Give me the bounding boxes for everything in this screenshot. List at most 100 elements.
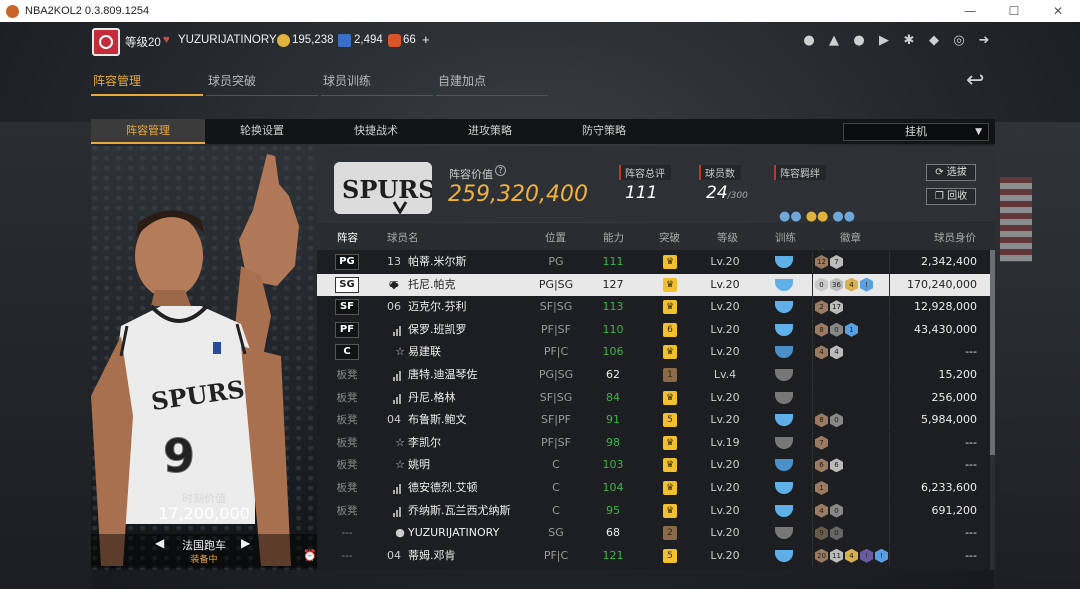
- back-arrow-icon[interactable]: ↩: [966, 68, 984, 93]
- badge-hex-icon[interactable]: 4: [815, 345, 828, 360]
- profile-icon[interactable]: ●: [801, 32, 817, 48]
- table-row[interactable]: 板凳 ☆ 李凯尔 PF|SF 98 ♛ Lv.19 7 ---: [317, 431, 990, 454]
- table-row[interactable]: PG 13 帕蒂.米尔斯 PG 111 ♛ Lv.20 12 7 2,342,400: [317, 251, 990, 273]
- subtab-offense-strategy[interactable]: 进攻策略: [433, 119, 547, 144]
- training-icon[interactable]: [775, 436, 793, 449]
- training-icon[interactable]: [775, 504, 793, 517]
- badge-hex-icon[interactable]: 1: [815, 481, 828, 495]
- training-icon[interactable]: [775, 256, 793, 268]
- settings-gear-icon[interactable]: ✱: [901, 32, 917, 48]
- breakthrough-icon[interactable]: 1: [663, 368, 677, 382]
- badge-hex-icon[interactable]: 8: [815, 322, 828, 337]
- badge-hex-icon[interactable]: 7: [815, 435, 828, 450]
- tab-player-breakthrough[interactable]: 球员突破: [206, 72, 318, 96]
- col-lineup[interactable]: 阵容: [337, 230, 358, 245]
- tab-player-training[interactable]: 球员训练: [321, 72, 433, 96]
- badge-hex-icon[interactable]: 36: [830, 277, 843, 292]
- subtab-lineup[interactable]: 阵容管理: [91, 119, 205, 144]
- table-row[interactable]: SF 06 迈克尔.芬利 SF|SG 113 ♛ Lv.20 2 17 12,928,000: [317, 296, 990, 319]
- friends-icon[interactable]: ●: [851, 32, 867, 48]
- tab-lineup-management[interactable]: 阵容管理: [91, 72, 203, 96]
- table-row[interactable]: 板凳 ☆ 姚明 C 103 ♛ Lv.20 6 6 ---: [317, 454, 990, 477]
- breakthrough-icon[interactable]: ♛: [663, 277, 677, 292]
- badge-hex-icon[interactable]: 4: [830, 345, 843, 360]
- col-breakthrough[interactable]: 突破: [659, 230, 680, 245]
- breakthrough-icon[interactable]: ♛: [663, 345, 677, 360]
- breakthrough-icon[interactable]: ♛: [663, 435, 677, 450]
- table-row[interactable]: 板凳 唐特.迪温琴佐 PG|SG 62 1 Lv.4 15,200: [317, 364, 990, 386]
- badge-hex-icon[interactable]: 6: [815, 458, 828, 473]
- table-row[interactable]: --- ⏰ 04 蒂姆.邓肯 PF|C 121 5 Lv.20 20 11 4!! ---: [303, 544, 990, 567]
- add-currency-button[interactable]: +: [422, 32, 430, 47]
- headset-icon[interactable]: ◎: [951, 32, 967, 48]
- training-icon[interactable]: [775, 301, 793, 314]
- col-position[interactable]: 位置: [545, 230, 566, 245]
- help-icon[interactable]: ?: [495, 165, 506, 176]
- col-ability[interactable]: 能力: [603, 230, 624, 245]
- training-icon[interactable]: [775, 527, 793, 540]
- tab-custom-points[interactable]: 自建加点: [436, 72, 548, 96]
- badge-hex-icon[interactable]: !: [860, 548, 873, 563]
- breakthrough-icon[interactable]: 5: [663, 413, 677, 428]
- mode-dropdown[interactable]: 挂机 ▼: [843, 123, 989, 141]
- badge-hex-icon[interactable]: 2: [815, 300, 828, 315]
- bell-icon[interactable]: ▲: [826, 32, 842, 48]
- col-player-worth[interactable]: 球员身价: [934, 230, 976, 245]
- badge-hex-icon[interactable]: 0: [830, 526, 843, 541]
- table-row[interactable]: C ☆ 易建联 PF|C 106 ♛ Lv.20 4 4 ---: [317, 341, 990, 364]
- select-button[interactable]: ⟳ 选拔: [926, 164, 976, 181]
- breakthrough-icon[interactable]: ♛: [663, 481, 677, 495]
- bond-icons[interactable]: ●● ●● ●●: [779, 209, 855, 224]
- training-icon[interactable]: [775, 482, 793, 494]
- subtab-quick-tactics[interactable]: 快捷战术: [319, 119, 433, 144]
- training-icon[interactable]: [775, 391, 793, 404]
- badge-hex-icon[interactable]: 20: [815, 548, 828, 563]
- badge-hex-icon[interactable]: !: [860, 277, 873, 292]
- minimize-button[interactable]: —: [948, 0, 992, 22]
- training-icon[interactable]: [775, 459, 793, 472]
- maximize-button[interactable]: ☐: [992, 0, 1036, 22]
- exit-icon[interactable]: ➜: [976, 32, 992, 48]
- training-icon[interactable]: [775, 278, 793, 291]
- table-row[interactable]: 板凳 乔纳斯.瓦兰西尤纳斯 C 95 ♛ Lv.20 4 0 691,200: [317, 499, 990, 522]
- video-icon[interactable]: ▶: [876, 32, 892, 48]
- badge-hex-icon[interactable]: 4: [815, 503, 828, 518]
- subtab-rotation[interactable]: 轮换设置: [205, 119, 319, 144]
- badge-hex-icon[interactable]: 1: [845, 322, 858, 337]
- table-scroll-thumb[interactable]: [990, 250, 995, 455]
- breakthrough-icon[interactable]: ♛: [663, 503, 677, 518]
- badge-hex-icon[interactable]: 0: [815, 277, 828, 292]
- training-icon[interactable]: [775, 414, 793, 427]
- table-row[interactable]: 板凳 04 布鲁斯.鲍文 SF|PF 91 5 Lv.20 8 0 5,984,000: [317, 409, 990, 432]
- breakthrough-icon[interactable]: 6: [663, 322, 677, 337]
- table-row[interactable]: SG ◆ 05 托尼.帕克 PG|SG 127 ♛ Lv.20 0 36 4! 170,240,000: [317, 273, 990, 296]
- badge-hex-icon[interactable]: 7: [830, 255, 843, 269]
- breakthrough-icon[interactable]: 2: [663, 526, 677, 541]
- badge-hex-icon[interactable]: 4: [845, 548, 858, 563]
- close-button[interactable]: ✕: [1036, 0, 1080, 22]
- table-row[interactable]: 板凳 德安德烈.艾顿 C 104 ♛ Lv.20 1 6,233,600: [317, 477, 990, 499]
- training-icon[interactable]: [775, 549, 793, 562]
- col-level[interactable]: 等级: [717, 230, 738, 245]
- training-icon[interactable]: [775, 323, 793, 336]
- player-card[interactable]: SPURS 9 时刻价值 17,200,000 ◀ 法国跑车 装备中 ▶: [91, 146, 317, 570]
- badge-hex-icon[interactable]: 0: [830, 322, 843, 337]
- recycle-button[interactable]: ❐ 回收: [926, 188, 976, 205]
- table-row[interactable]: 板凳 丹尼.格林 SF|SG 84 ♛ Lv.20 256,000: [317, 386, 990, 409]
- badge-hex-icon[interactable]: 12: [815, 255, 828, 269]
- col-training[interactable]: 训练: [775, 230, 796, 245]
- badge-hex-icon[interactable]: 11: [830, 548, 843, 563]
- breakthrough-icon[interactable]: ♛: [663, 255, 677, 269]
- badge-hex-icon[interactable]: 4: [845, 277, 858, 292]
- team-avatar[interactable]: [92, 28, 120, 56]
- breakthrough-icon[interactable]: 5: [663, 548, 677, 563]
- training-icon[interactable]: [775, 346, 793, 359]
- next-arrow-icon[interactable]: ▶: [241, 536, 250, 550]
- col-badges[interactable]: 徽章: [840, 230, 861, 245]
- training-icon[interactable]: [775, 369, 793, 381]
- col-player-name[interactable]: 球员名: [387, 230, 419, 245]
- subtab-defense-strategy[interactable]: 防守策略: [547, 119, 661, 144]
- shield-icon[interactable]: ◆: [926, 32, 942, 48]
- badge-hex-icon[interactable]: 8: [815, 413, 828, 428]
- table-row[interactable]: PF 保罗.班凯罗 PF|SF 110 6 Lv.20 8 0 1 43,430,000: [317, 318, 990, 341]
